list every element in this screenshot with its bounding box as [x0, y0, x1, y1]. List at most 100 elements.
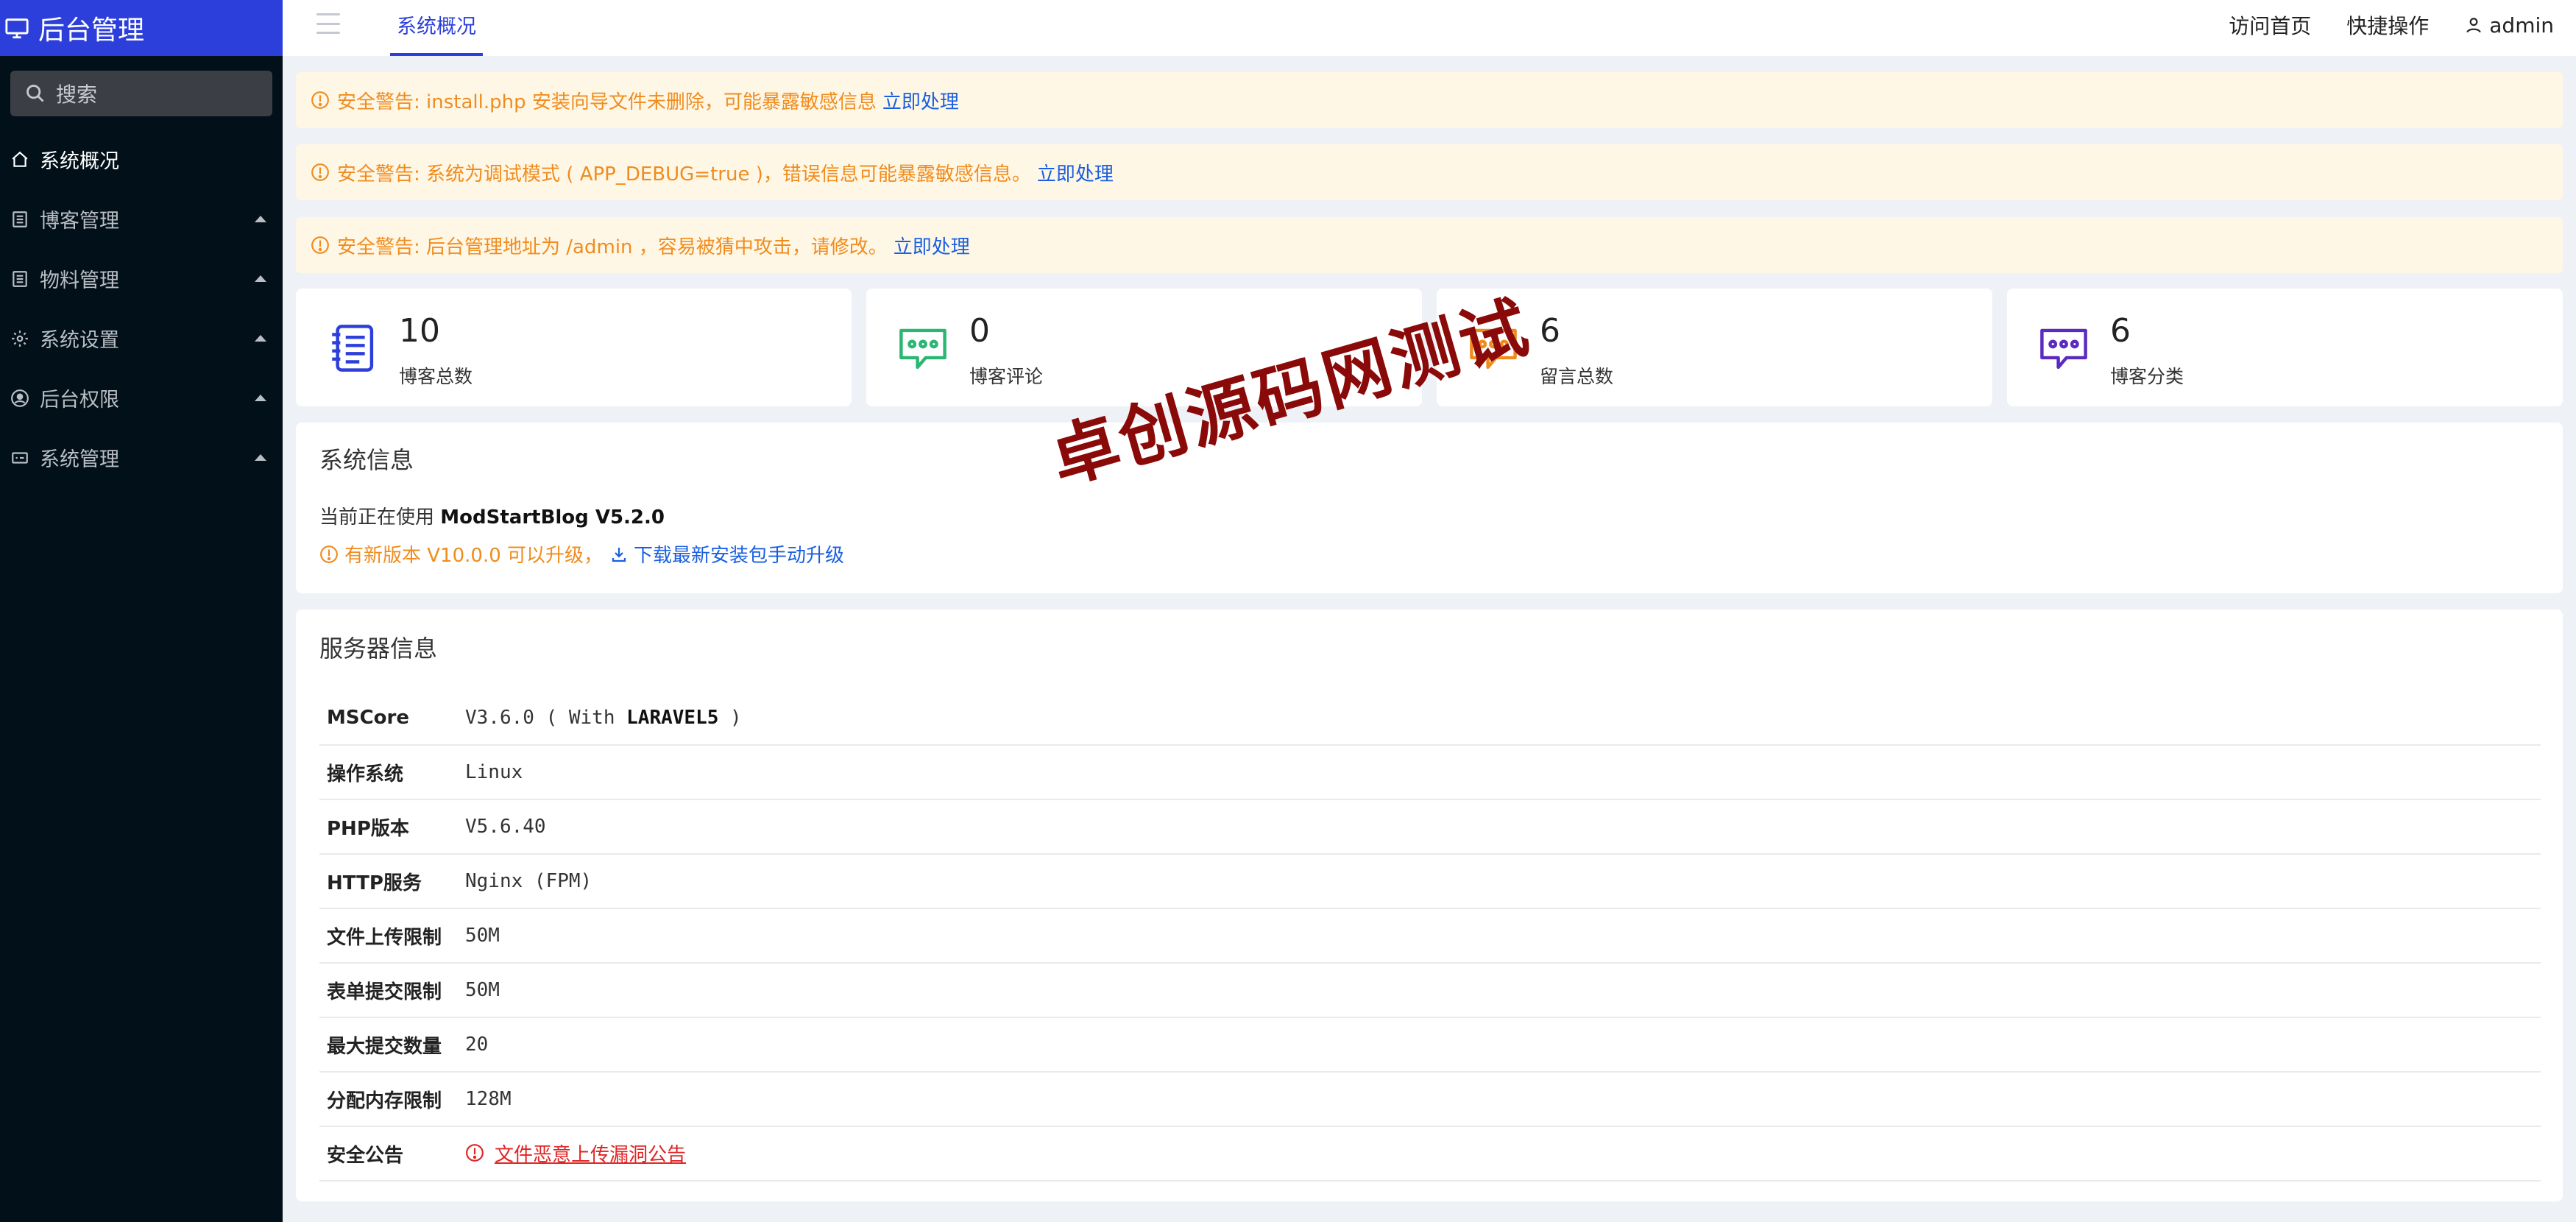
caret-up-icon: [255, 275, 266, 282]
stat-card-blogs[interactable]: 10 博客总数: [296, 289, 852, 406]
security-notice-link[interactable]: 文件恶意上传漏洞公告: [495, 1140, 686, 1167]
sidebar-item-system[interactable]: 系统管理: [0, 428, 283, 487]
server-icon: [10, 448, 29, 467]
list-icon: [10, 269, 29, 289]
stat-label: 博客总数: [399, 366, 473, 387]
system-info-panel: 系统信息 当前正在使用 ModStartBlog V5.2.0 有新版本 V10…: [296, 423, 2563, 593]
row-key: 文件上传限制: [319, 908, 465, 964]
sidebar-item-label: 物料管理: [40, 269, 119, 292]
search-placeholder: 搜索: [56, 82, 98, 107]
security-notice: 文件恶意上传漏洞公告: [465, 1140, 686, 1167]
table-row: 表单提交限制 50M: [319, 963, 2541, 1018]
sidebar-menu: 系统概况 博客管理 物料管理 系统设置 后台权限 系统管理: [0, 130, 283, 487]
stat-label: 留言总数: [1540, 366, 1614, 387]
warning-circle-icon: [311, 91, 330, 110]
table-row: HTTP服务 Nginx (FPM): [319, 854, 2541, 909]
user-icon: [2464, 15, 2483, 35]
warning-circle-icon: [311, 163, 330, 182]
alert-action-link[interactable]: 立即处理: [894, 232, 970, 259]
server-info-panel: 服务器信息 MSCore V3.6.0 ( With LARAVEL5 ) 操作…: [296, 610, 2563, 1201]
alert-debug: 安全警告: 系统为调试模式 ( APP_DEBUG=true )，错误信息可能暴…: [296, 144, 2563, 200]
alert-install: 安全警告: install.php 安装向导文件未删除，可能暴露敏感信息 立即处…: [296, 72, 2563, 128]
alert-text: 安全警告: 后台管理地址为 /admin ，容易被猜中攻击，请修改。: [337, 236, 888, 258]
table-row: 最大提交数量 20: [319, 1017, 2541, 1073]
table-row: MSCore V3.6.0 ( With LARAVEL5 ): [319, 691, 2541, 746]
using-prefix: 当前正在使用: [319, 506, 435, 529]
table-row: 文件上传限制 50M: [319, 908, 2541, 964]
sidebar-item-settings[interactable]: 系统设置: [0, 308, 283, 368]
row-key: 最大提交数量: [319, 1017, 465, 1073]
row-key: PHP版本: [319, 799, 465, 855]
alert-action-link[interactable]: 立即处理: [1037, 159, 1114, 186]
row-value: V3.6.0 ( With LARAVEL5 ): [465, 691, 2541, 746]
row-key: HTTP服务: [319, 854, 465, 909]
sidebar-item-permissions[interactable]: 后台权限: [0, 368, 283, 428]
row-key: 表单提交限制: [319, 963, 465, 1018]
search-icon: [25, 83, 46, 104]
server-info-table: MSCore V3.6.0 ( With LARAVEL5 ) 操作系统 Lin…: [319, 691, 2541, 1182]
visit-home-link[interactable]: 访问首页: [2229, 10, 2311, 40]
user-menu[interactable]: admin: [2464, 13, 2554, 38]
menu-toggle-icon[interactable]: [316, 13, 340, 34]
closing-paren: ): [730, 706, 742, 729]
alert-action-link[interactable]: 立即处理: [882, 87, 959, 114]
sidebar-item-material[interactable]: 物料管理: [0, 249, 283, 308]
row-value: 20: [465, 1017, 2541, 1073]
alert-text: 安全警告: 系统为调试模式 ( APP_DEBUG=true )，错误信息可能暴…: [337, 163, 1031, 186]
row-value: Nginx (FPM): [465, 854, 2541, 909]
alert-circle-icon: [465, 1143, 484, 1162]
chat-bubble-icon: [2037, 321, 2091, 375]
tab-overview[interactable]: 系统概况: [390, 0, 483, 56]
row-value: 128M: [465, 1072, 2541, 1127]
list-icon: [10, 210, 29, 229]
caret-up-icon: [255, 335, 266, 342]
download-text: 下载最新安装包手动升级: [634, 545, 845, 567]
stat-value: 6: [2110, 312, 2131, 350]
warning-circle-icon: [311, 236, 330, 255]
row-value: 50M: [465, 963, 2541, 1018]
chat-bubble-icon: [896, 321, 950, 375]
gear-icon: [10, 329, 29, 348]
stat-card-categories[interactable]: 6 博客分类: [2007, 289, 2563, 406]
sidebar-item-label: 博客管理: [40, 210, 119, 233]
upgrade-notice: 有新版本 V10.0.0 可以升级， 下载最新安装包手动升级: [319, 540, 844, 568]
stat-label: 博客分类: [2110, 366, 2184, 387]
stat-value: 6: [1540, 312, 1560, 350]
caret-up-icon: [255, 216, 266, 222]
download-link[interactable]: 下载最新安装包手动升级: [610, 540, 844, 568]
row-key: 操作系统: [319, 745, 465, 800]
stat-value: 10: [399, 312, 440, 350]
table-row: PHP版本 V5.6.40: [319, 799, 2541, 855]
product-version: ModStartBlog V5.2.0: [440, 506, 665, 529]
sidebar-item-label: 系统概况: [40, 150, 119, 173]
row-key: MSCore: [319, 691, 465, 746]
username: admin: [2489, 13, 2554, 38]
row-key: 分配内存限制: [319, 1072, 465, 1127]
caret-up-icon: [255, 395, 266, 401]
stat-value: 0: [969, 312, 990, 350]
caret-up-icon: [255, 454, 266, 461]
brand-title: 后台管理: [38, 15, 145, 46]
sidebar: 后台管理 搜索 系统概况 博客管理 物料管理 系统设置 后台权限 系统管理: [0, 0, 283, 1222]
row-value: V5.6.40: [465, 799, 2541, 855]
brand[interactable]: 后台管理: [0, 0, 283, 56]
upgrade-text: 有新版本 V10.0.0 可以升级，: [344, 545, 604, 567]
mscore-version: V3.6.0 ( With: [465, 706, 615, 729]
quick-actions-link[interactable]: 快捷操作: [2346, 10, 2429, 40]
panel-title: 服务器信息: [319, 635, 438, 663]
alert-admin-path: 安全警告: 后台管理地址为 /admin ，容易被猜中攻击，请修改。 立即处理: [296, 217, 2563, 273]
table-row: 安全公告 文件恶意上传漏洞公告: [319, 1126, 2541, 1182]
sidebar-item-blog[interactable]: 博客管理: [0, 189, 283, 249]
framework-name: LARAVEL5: [626, 706, 719, 729]
home-icon: [10, 150, 29, 169]
search-input[interactable]: 搜索: [10, 71, 272, 116]
document-list-icon: [325, 321, 380, 375]
table-row: 操作系统 Linux: [319, 745, 2541, 800]
row-value: 文件恶意上传漏洞公告: [465, 1126, 2541, 1182]
sidebar-item-label: 系统管理: [40, 448, 119, 471]
user-circle-icon: [10, 389, 29, 408]
top-nav: 访问首页 快捷操作 admin: [2193, 10, 2554, 40]
row-key: 安全公告: [319, 1126, 465, 1182]
warning-circle-icon: [319, 545, 339, 564]
sidebar-item-overview[interactable]: 系统概况: [0, 130, 283, 189]
